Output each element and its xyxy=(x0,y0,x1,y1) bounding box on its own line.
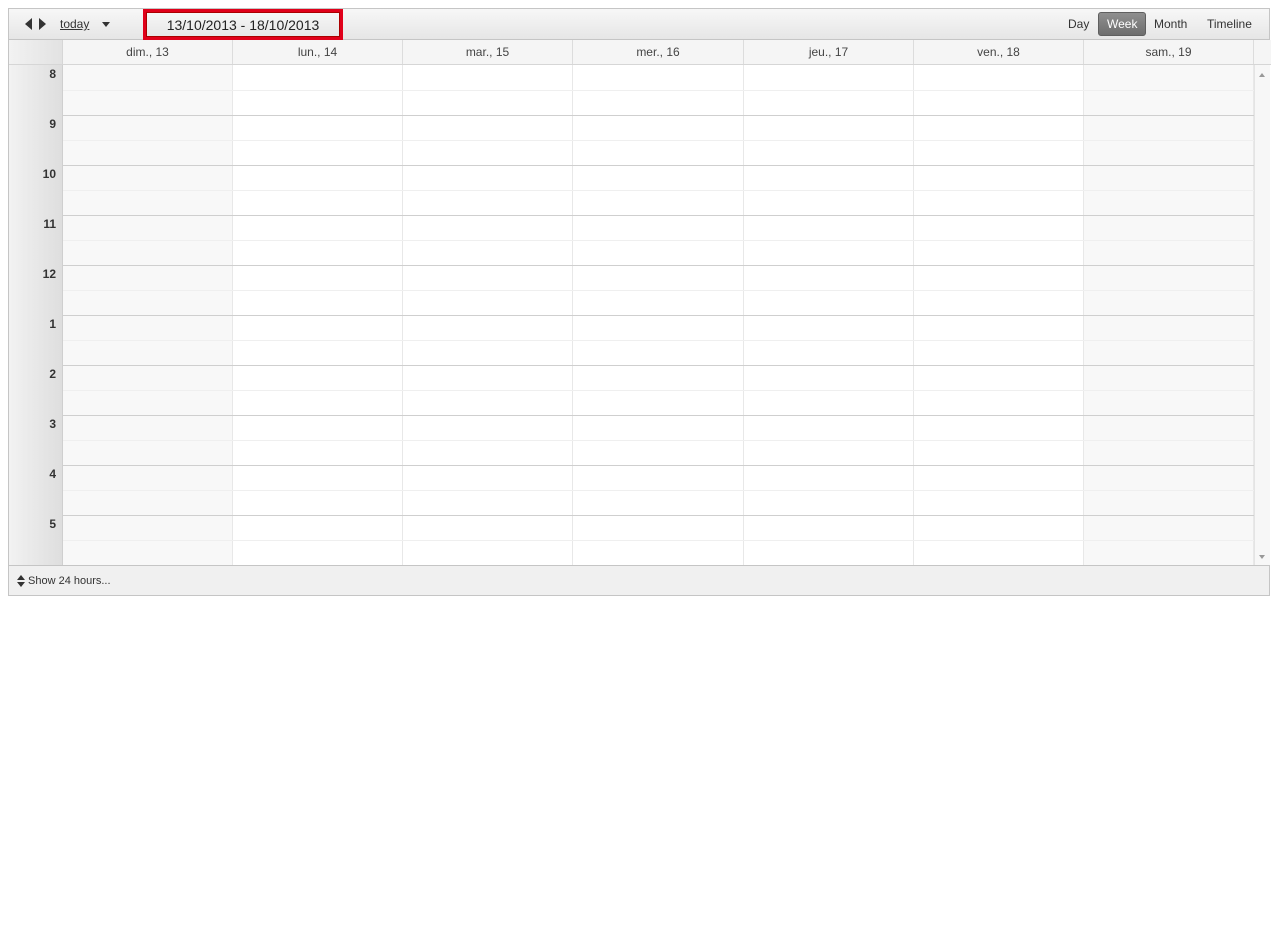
hour-label: 12 xyxy=(42,267,56,281)
hour-label: 10 xyxy=(42,167,56,181)
scheduler: today 13/10/2013 - 18/10/2013 Day Week M… xyxy=(8,8,1271,596)
day-header-fri[interactable]: ven., 18 xyxy=(914,40,1084,64)
day-header-tue[interactable]: mar., 15 xyxy=(403,40,573,64)
time-grid[interactable] xyxy=(63,65,1254,565)
half-hour-line xyxy=(63,340,1254,341)
vertical-scrollbar[interactable] xyxy=(1254,65,1270,565)
today-link[interactable]: today xyxy=(60,17,89,31)
hour-line xyxy=(63,115,1254,116)
calendar-dropdown-icon[interactable] xyxy=(102,22,110,27)
hour-label: 5 xyxy=(49,517,56,531)
half-hour-line xyxy=(63,390,1254,391)
hour-line xyxy=(63,465,1254,466)
view-day-button[interactable]: Day xyxy=(1060,12,1097,36)
day-header-wed[interactable]: mer., 16 xyxy=(573,40,744,64)
hour-line xyxy=(63,215,1254,216)
hour-label: 2 xyxy=(49,367,56,381)
date-range-selector[interactable]: 13/10/2013 - 18/10/2013 xyxy=(143,9,343,40)
day-header-sat[interactable]: sam., 19 xyxy=(1084,40,1254,64)
hour-line xyxy=(63,315,1254,316)
hour-label: 1 xyxy=(49,317,56,331)
hour-label: 4 xyxy=(49,467,56,481)
scroll-up-icon[interactable] xyxy=(1259,73,1265,77)
scroll-down-icon[interactable] xyxy=(1259,555,1265,559)
hour-line xyxy=(63,415,1254,416)
hour-line xyxy=(63,165,1254,166)
hour-label: 9 xyxy=(49,117,56,131)
half-hour-line xyxy=(63,540,1254,541)
half-hour-line xyxy=(63,290,1254,291)
footer: Show 24 hours... xyxy=(9,565,1269,595)
hour-label: 8 xyxy=(49,67,56,81)
time-header-corner xyxy=(9,40,63,64)
time-column: 8 9 10 11 12 1 2 3 4 5 xyxy=(9,65,63,565)
day-header-row: dim., 13 lun., 14 mar., 15 mer., 16 jeu.… xyxy=(9,40,1271,65)
hour-line xyxy=(63,265,1254,266)
hour-label: 3 xyxy=(49,417,56,431)
view-month-button[interactable]: Month xyxy=(1146,12,1195,36)
half-hour-line xyxy=(63,190,1254,191)
day-header-thu[interactable]: jeu., 17 xyxy=(744,40,914,64)
view-timeline-button[interactable]: Timeline xyxy=(1199,12,1260,36)
day-header-sun[interactable]: dim., 13 xyxy=(63,40,233,64)
date-range-label: 13/10/2013 - 18/10/2013 xyxy=(166,17,320,33)
half-hour-line xyxy=(63,240,1254,241)
hour-label: 11 xyxy=(43,217,56,231)
hour-line xyxy=(63,365,1254,366)
half-hour-line xyxy=(63,90,1254,91)
half-hour-line xyxy=(63,440,1254,441)
previous-arrow-icon[interactable] xyxy=(25,18,32,30)
toolbar: today 13/10/2013 - 18/10/2013 Day Week M… xyxy=(9,9,1269,40)
hour-line xyxy=(63,515,1254,516)
expand-hours-icon[interactable] xyxy=(17,575,25,587)
view-week-button[interactable]: Week xyxy=(1098,12,1147,36)
half-hour-line xyxy=(63,140,1254,141)
show-24-hours-link[interactable]: Show 24 hours... xyxy=(28,575,111,587)
half-hour-line xyxy=(63,490,1254,491)
day-header-mon[interactable]: lun., 14 xyxy=(233,40,403,64)
next-arrow-icon[interactable] xyxy=(39,18,46,30)
